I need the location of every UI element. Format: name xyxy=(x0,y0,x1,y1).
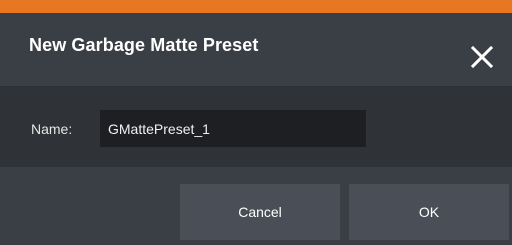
accent-bar xyxy=(0,0,512,13)
cancel-button-label: Cancel xyxy=(238,204,282,220)
close-button[interactable] xyxy=(468,43,496,71)
name-input[interactable] xyxy=(100,110,366,147)
dialog-footer: Cancel OK xyxy=(0,167,512,245)
ok-button-label: OK xyxy=(418,204,440,220)
cancel-button[interactable]: Cancel xyxy=(180,184,340,240)
dialog-body: Name: xyxy=(0,87,512,167)
dialog-title: New Garbage Matte Preset xyxy=(29,35,259,55)
close-icon xyxy=(470,45,494,69)
new-garbage-matte-preset-dialog: New Garbage Matte Preset Name: Cancel OK xyxy=(0,0,512,245)
name-label: Name: xyxy=(31,121,73,137)
ok-button[interactable]: OK xyxy=(349,184,509,240)
dialog-header: New Garbage Matte Preset xyxy=(0,13,512,87)
